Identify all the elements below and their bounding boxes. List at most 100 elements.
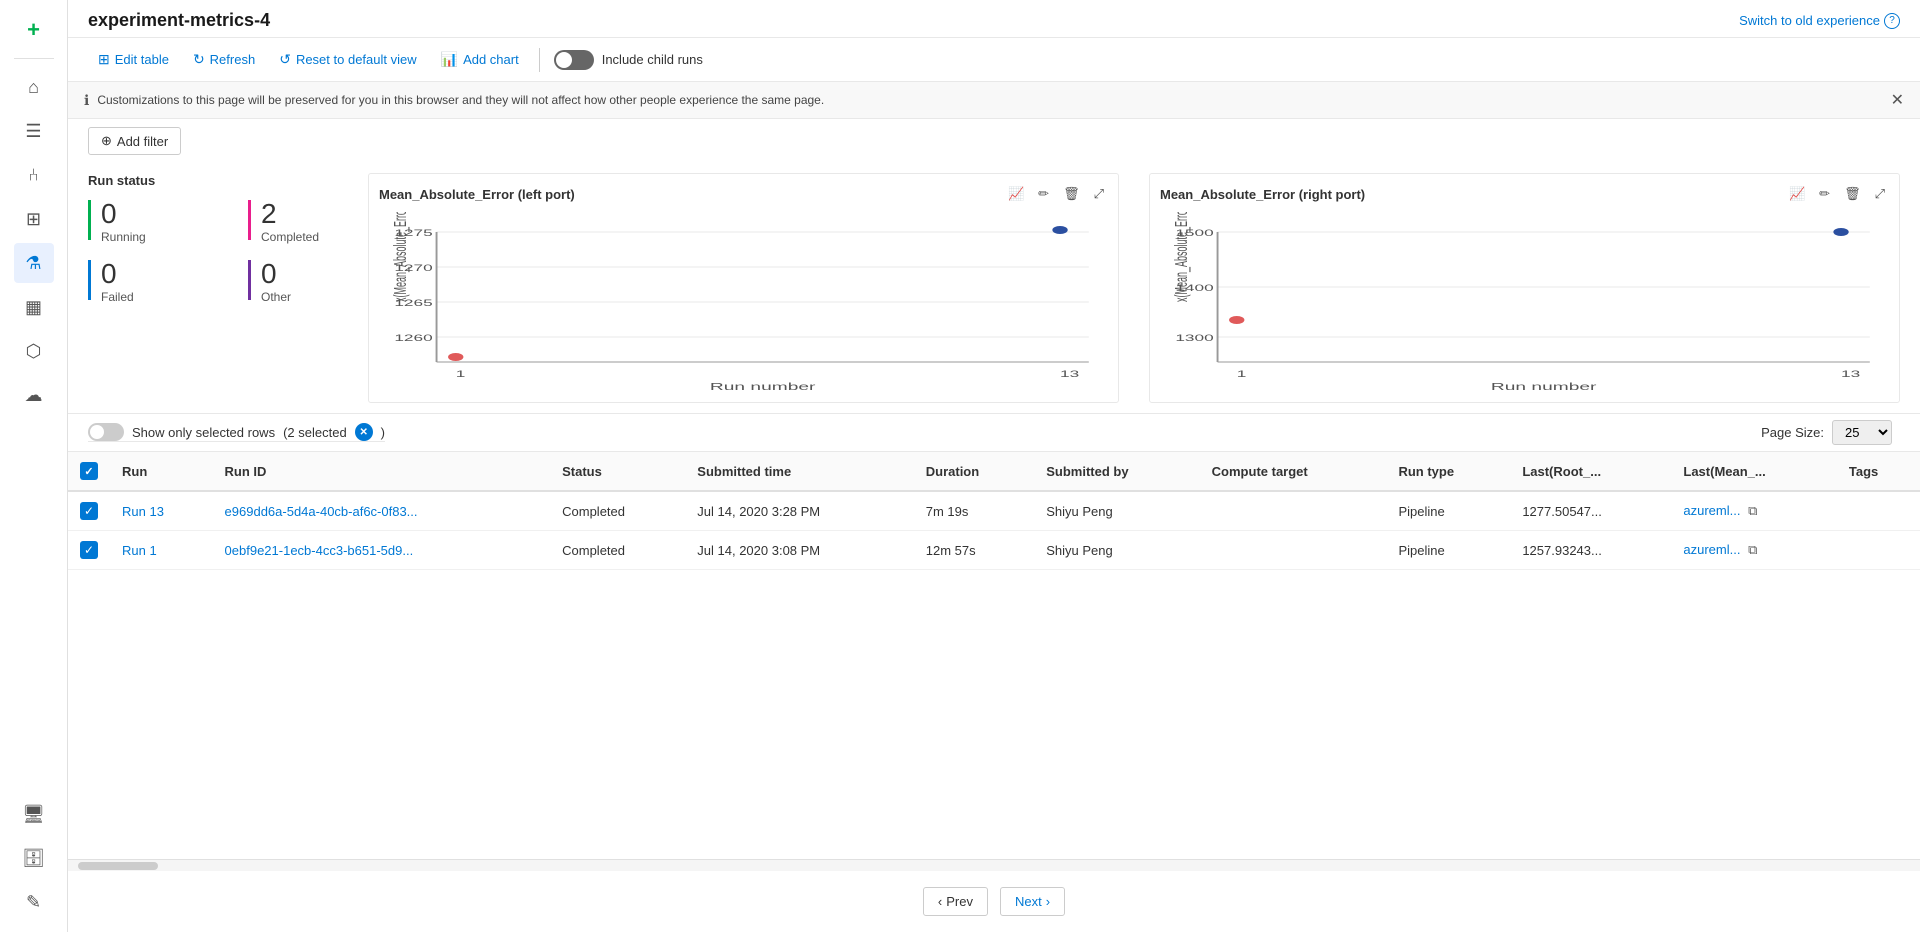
- branch-icon[interactable]: ⑃: [14, 155, 54, 195]
- completed-bar: [248, 200, 251, 240]
- select-all-header[interactable]: ✓: [68, 452, 110, 491]
- status-failed: 0 Failed: [88, 260, 208, 304]
- chart-right-svg: x(Mean_Absolute_Error (right 1500 1400 1…: [1160, 212, 1889, 392]
- flask-icon[interactable]: ⚗: [14, 243, 54, 283]
- home-icon[interactable]: ⌂: [14, 67, 54, 107]
- show-selected-label: Show only selected rows: [132, 425, 275, 440]
- cell-last-mean-1: azureml... ⧉: [1671, 491, 1836, 531]
- document-icon[interactable]: ☰: [14, 111, 54, 151]
- switch-old-experience-link[interactable]: Switch to old experience ?: [1739, 13, 1900, 29]
- chevron-left-icon: ‹: [938, 894, 942, 909]
- info-banner: ℹ Customizations to this page will be pr…: [68, 82, 1920, 119]
- cell-duration-2: 12m 57s: [914, 531, 1034, 570]
- node-icon[interactable]: ⬡: [14, 331, 54, 371]
- cell-tags-2: [1837, 531, 1920, 570]
- runs-table-wrapper: ✓ Run Run ID Status Submitted time Durat…: [68, 452, 1920, 859]
- other-count: 0: [261, 260, 291, 288]
- monitor-icon[interactable]: 🖥: [14, 794, 54, 834]
- col-compute-target[interactable]: Compute target: [1200, 452, 1387, 491]
- cell-run-2: Run 1: [110, 531, 213, 570]
- chart-right-title: Mean_Absolute_Error (right port): [1160, 187, 1365, 202]
- col-duration[interactable]: Duration: [914, 452, 1034, 491]
- copy-icon-1[interactable]: ⧉: [1748, 503, 1757, 518]
- show-selected-toggle[interactable]: [88, 423, 124, 441]
- row-selection-area: Show only selected rows (2 selected ✕ ): [88, 423, 385, 442]
- database-icon[interactable]: 🗄: [14, 838, 54, 878]
- grid-icon[interactable]: ▦: [14, 287, 54, 327]
- svg-text:1270: 1270: [394, 263, 433, 273]
- row-checkbox-1[interactable]: ✓: [68, 491, 110, 531]
- svg-text:Run number: Run number: [710, 382, 815, 392]
- page-size-label: Page Size:: [1761, 425, 1824, 440]
- chart-right-line-icon[interactable]: 📈: [1785, 184, 1809, 204]
- help-circle-icon: ?: [1884, 13, 1900, 29]
- horizontal-scrollbar[interactable]: [68, 859, 1920, 871]
- cell-compute-target-2: [1200, 531, 1387, 570]
- copy-icon-2[interactable]: ⧉: [1748, 542, 1757, 557]
- cell-run-1: Run 13: [110, 491, 213, 531]
- runs-table: ✓ Run Run ID Status Submitted time Durat…: [68, 452, 1920, 570]
- completed-label: Completed: [261, 230, 319, 244]
- run-1-link[interactable]: Run 1: [122, 543, 157, 558]
- col-submitted-time[interactable]: Submitted time: [685, 452, 913, 491]
- include-child-toggle[interactable]: [554, 50, 594, 70]
- reset-default-button[interactable]: ↺ Reset to default view: [269, 46, 426, 73]
- other-bar: [248, 260, 251, 300]
- failed-count: 0: [101, 260, 134, 288]
- prev-button[interactable]: ‹ Prev: [923, 887, 988, 916]
- chart-left-expand-icon[interactable]: ⤢: [1090, 184, 1108, 204]
- cell-status-2: Completed: [550, 531, 685, 570]
- selection-badge: ✕: [355, 423, 373, 441]
- chart-left-line-icon[interactable]: 📈: [1004, 184, 1028, 204]
- col-last-mean[interactable]: Last(Mean_...: [1671, 452, 1836, 491]
- run-13-link[interactable]: Run 13: [122, 504, 164, 519]
- col-last-root[interactable]: Last(Root_...: [1510, 452, 1671, 491]
- table-icon: ⊞: [98, 51, 110, 68]
- cell-submitted-by-1: Shiyu Peng: [1034, 491, 1199, 531]
- edit-table-button[interactable]: ⊞ Edit table: [88, 46, 179, 73]
- cloud-icon[interactable]: ☁: [14, 375, 54, 415]
- add-filter-button[interactable]: ⊕ Add filter: [88, 127, 181, 155]
- row-checkbox-2[interactable]: ✓: [68, 531, 110, 570]
- add-chart-button[interactable]: 📊 Add chart: [431, 46, 529, 73]
- col-run-type[interactable]: Run type: [1386, 452, 1510, 491]
- hierarchy-icon[interactable]: ⊞: [14, 199, 54, 239]
- cell-last-mean-2: azureml... ⧉: [1671, 531, 1836, 570]
- refresh-button[interactable]: ↻ Refresh: [183, 46, 265, 73]
- chart-left-delete-icon[interactable]: 🗑: [1059, 184, 1084, 204]
- chart-right-delete-icon[interactable]: 🗑: [1840, 184, 1865, 204]
- completed-count: 2: [261, 200, 319, 228]
- next-button[interactable]: Next ›: [1000, 887, 1065, 916]
- col-status[interactable]: Status: [550, 452, 685, 491]
- svg-text:1265: 1265: [394, 298, 433, 308]
- filter-plus-icon: ⊕: [101, 133, 112, 149]
- svg-text:1500: 1500: [1175, 228, 1214, 238]
- stats-charts-section: Run status 0 Running: [68, 163, 1920, 414]
- sidebar: + ⌂ ☰ ⑃ ⊞ ⚗ ▦ ⬡ ☁ 🖥 🗄 ✎: [0, 0, 68, 932]
- page-title: experiment-metrics-4: [88, 10, 270, 31]
- edit-icon[interactable]: ✎: [14, 882, 54, 922]
- pagination-area: ‹ Prev Next ›: [68, 871, 1920, 932]
- close-banner-button[interactable]: ✕: [1891, 90, 1904, 110]
- cell-last-root-1: 1277.50547...: [1510, 491, 1671, 531]
- svg-text:Run number: Run number: [1491, 382, 1596, 392]
- cell-submitted-time-2: Jul 14, 2020 3:08 PM: [685, 531, 913, 570]
- chart-right-edit-icon[interactable]: ✏: [1815, 184, 1834, 204]
- plus-icon[interactable]: +: [14, 10, 54, 50]
- col-tags[interactable]: Tags: [1837, 452, 1920, 491]
- cell-last-root-2: 1257.93243...: [1510, 531, 1671, 570]
- run-status-title: Run status: [88, 173, 368, 188]
- chevron-right-icon: ›: [1046, 894, 1050, 909]
- chart-right-expand-icon[interactable]: ⤢: [1871, 184, 1889, 204]
- page-size-area: Page Size: 25 10 50 100: [1761, 420, 1900, 445]
- charts-area: Mean_Absolute_Error (left port) 📈 ✏ 🗑 ⤢ …: [368, 173, 1900, 403]
- toolbar: ⊞ Edit table ↻ Refresh ↺ Reset to defaul…: [68, 38, 1920, 82]
- chart-left-edit-icon[interactable]: ✏: [1034, 184, 1053, 204]
- reset-icon: ↺: [279, 51, 291, 68]
- col-run[interactable]: Run: [110, 452, 213, 491]
- svg-text:1: 1: [456, 369, 466, 379]
- page-size-select[interactable]: 25 10 50 100: [1832, 420, 1892, 445]
- filter-bar: ⊕ Add filter: [68, 119, 1920, 163]
- col-run-id[interactable]: Run ID: [213, 452, 551, 491]
- col-submitted-by[interactable]: Submitted by: [1034, 452, 1199, 491]
